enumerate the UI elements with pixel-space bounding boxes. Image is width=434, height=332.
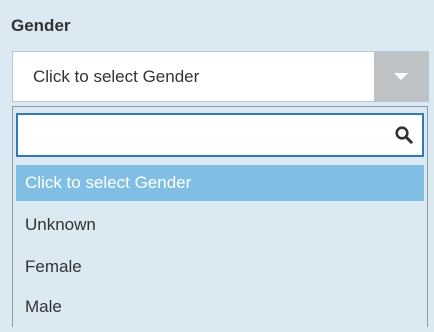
dropdown-toggle-button[interactable] (374, 52, 428, 101)
option-unknown[interactable]: Unknown (16, 207, 424, 243)
gender-select-value: Click to select Gender (33, 67, 200, 86)
option-female[interactable]: Female (16, 249, 424, 285)
search-input[interactable] (26, 123, 380, 149)
gender-field-panel: Gender Click to select Gender Click to s… (0, 0, 434, 332)
search-icon (395, 126, 413, 144)
dropdown-search-box[interactable] (16, 113, 424, 157)
gender-label: Gender (11, 16, 71, 35)
option-click-to-select-gender[interactable]: Click to select Gender (16, 165, 424, 201)
gender-select[interactable]: Click to select Gender (12, 51, 429, 102)
panel-bottom-edge (0, 327, 434, 332)
chevron-down-icon (394, 73, 408, 80)
option-male[interactable]: Male (16, 289, 424, 325)
gender-dropdown-menu: Click to select Gender Unknown Female Ma… (12, 106, 428, 328)
